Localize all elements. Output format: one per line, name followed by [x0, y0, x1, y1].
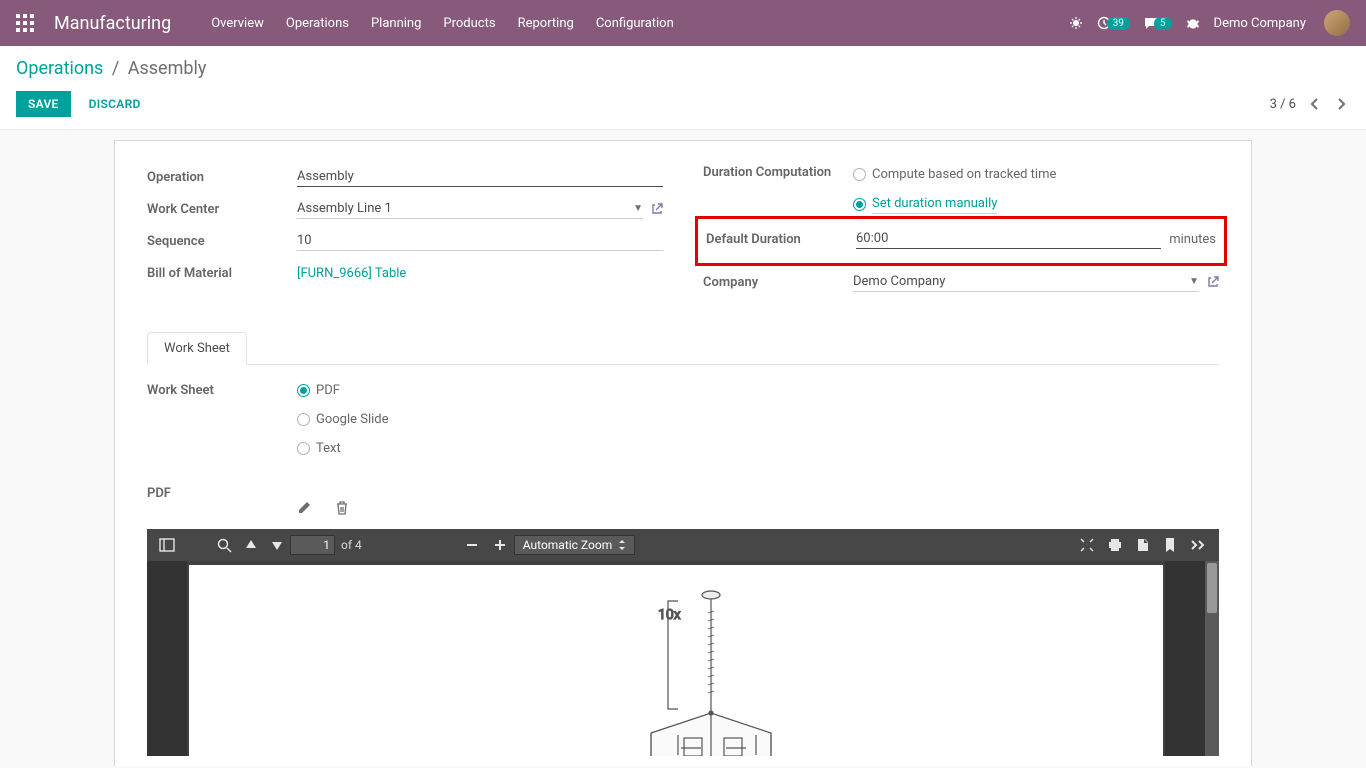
- radio-tracked[interactable]: [853, 168, 866, 181]
- highlight-box: Default Duration minutes: [695, 216, 1227, 266]
- radio-tracked-label[interactable]: Compute based on tracked time: [872, 167, 1056, 182]
- apps-icon[interactable]: [16, 14, 34, 32]
- pdf-prev-page-icon[interactable]: [238, 534, 264, 556]
- topbar: Manufacturing Overview Operations Planni…: [0, 0, 1366, 46]
- tabs: Work Sheet: [147, 332, 1219, 365]
- pdf-toolbar: of 4 Automatic Zoom: [147, 529, 1219, 561]
- debug-icon[interactable]: [1069, 16, 1083, 30]
- bom-label: Bill of Material: [147, 266, 297, 281]
- pdf-viewer: of 4 Automatic Zoom: [147, 529, 1219, 756]
- worksheet-label: Work Sheet: [147, 381, 297, 468]
- duration-comp-label: Duration Computation: [703, 165, 853, 180]
- pager: 3 / 6: [1270, 93, 1350, 115]
- menu-configuration[interactable]: Configuration: [596, 16, 674, 31]
- action-bar: SAVE DISCARD 3 / 6: [0, 83, 1366, 130]
- breadcrumb-parent[interactable]: Operations: [16, 58, 103, 79]
- main-menu: Overview Operations Planning Products Re…: [211, 16, 674, 31]
- pdf-download-icon[interactable]: [1129, 533, 1157, 557]
- pdf-zoom-value: Automatic Zoom: [523, 538, 612, 552]
- pdf-qty-label: 10x: [658, 607, 681, 623]
- pager-prev[interactable]: [1306, 93, 1323, 115]
- sequence-input[interactable]: [297, 231, 663, 251]
- pdf-search-icon[interactable]: [211, 534, 238, 557]
- workcenter-label: Work Center: [147, 202, 297, 217]
- operation-label: Operation: [147, 170, 297, 185]
- default-duration-unit: minutes: [1169, 232, 1216, 247]
- pdf-print-icon[interactable]: [1101, 533, 1129, 557]
- pdf-page-total: of 4: [335, 538, 368, 552]
- pager-next[interactable]: [1333, 93, 1350, 115]
- pdf-more-icon[interactable]: [1183, 534, 1213, 556]
- company-external-icon[interactable]: [1207, 276, 1219, 288]
- default-duration-input[interactable]: [856, 229, 1161, 249]
- pdf-gutter-left: [147, 561, 187, 756]
- pdf-page-input[interactable]: [290, 535, 335, 555]
- form-sheet: Operation Work Center Assembly Line 1 ▼: [114, 140, 1252, 766]
- radio-text[interactable]: [297, 442, 310, 455]
- breadcrumb-current: Assembly: [128, 58, 207, 79]
- menu-overview[interactable]: Overview: [211, 16, 264, 31]
- breadcrumb-sep: /: [112, 58, 119, 79]
- company-label: Company: [703, 275, 853, 290]
- chat-icon[interactable]: 5: [1144, 16, 1172, 30]
- operation-input[interactable]: [297, 167, 663, 187]
- pdf-tools: [297, 501, 1219, 515]
- pdf-sidebar-icon[interactable]: [153, 533, 181, 557]
- radio-pdf-label[interactable]: PDF: [316, 383, 340, 398]
- pdf-presentation-icon[interactable]: [1073, 533, 1101, 557]
- radio-slide-label[interactable]: Google Slide: [316, 412, 389, 427]
- company-selector[interactable]: Demo Company: [1214, 16, 1306, 31]
- pdf-gutter-right: [1165, 561, 1205, 756]
- default-duration-label: Default Duration: [706, 232, 856, 247]
- tab-worksheet[interactable]: Work Sheet: [147, 332, 247, 365]
- workcenter-select[interactable]: Assembly Line 1 ▼: [297, 199, 643, 219]
- pdf-page[interactable]: 10x: [189, 565, 1163, 756]
- radio-manual[interactable]: [853, 198, 866, 211]
- menu-operations[interactable]: Operations: [286, 16, 349, 31]
- discard-button[interactable]: DISCARD: [77, 91, 153, 117]
- company-value: Demo Company: [853, 274, 1189, 289]
- radio-pdf[interactable]: [297, 384, 310, 397]
- radio-slide[interactable]: [297, 413, 310, 426]
- settings-icon[interactable]: [1186, 16, 1200, 30]
- company-select[interactable]: Demo Company ▼: [853, 272, 1199, 292]
- pdf-zoom-select[interactable]: Automatic Zoom: [514, 535, 635, 555]
- breadcrumb: Operations / Assembly: [0, 46, 1366, 83]
- user-avatar[interactable]: [1324, 10, 1350, 36]
- radio-text-label[interactable]: Text: [316, 441, 341, 456]
- radio-manual-label[interactable]: Set duration manually: [872, 194, 997, 214]
- pdf-next-page-icon[interactable]: [264, 534, 290, 556]
- workcenter-value: Assembly Line 1: [297, 201, 633, 216]
- menu-products[interactable]: Products: [443, 16, 495, 31]
- bom-link[interactable]: [FURN_9666] Table: [297, 266, 406, 281]
- pdf-scrollbar[interactable]: [1205, 561, 1219, 756]
- caret-down-icon: ▼: [633, 203, 643, 214]
- app-title: Manufacturing: [54, 13, 171, 34]
- chat-badge: 5: [1154, 17, 1172, 30]
- edit-icon[interactable]: [297, 501, 311, 515]
- menu-reporting[interactable]: Reporting: [518, 16, 574, 31]
- activity-icon[interactable]: 39: [1097, 16, 1130, 30]
- delete-icon[interactable]: [335, 501, 349, 515]
- sequence-label: Sequence: [147, 234, 297, 249]
- caret-down-icon: ▼: [1189, 276, 1199, 287]
- pdf-label: PDF: [147, 484, 297, 501]
- activity-badge: 39: [1107, 17, 1130, 30]
- workcenter-external-icon[interactable]: [651, 203, 663, 215]
- pager-text: 3 / 6: [1270, 97, 1296, 112]
- pdf-zoom-in-icon[interactable]: [486, 533, 514, 557]
- save-button[interactable]: SAVE: [16, 91, 71, 117]
- pdf-bookmark-icon[interactable]: [1157, 533, 1183, 557]
- menu-planning[interactable]: Planning: [371, 16, 421, 31]
- pdf-zoom-out-icon[interactable]: [458, 533, 486, 557]
